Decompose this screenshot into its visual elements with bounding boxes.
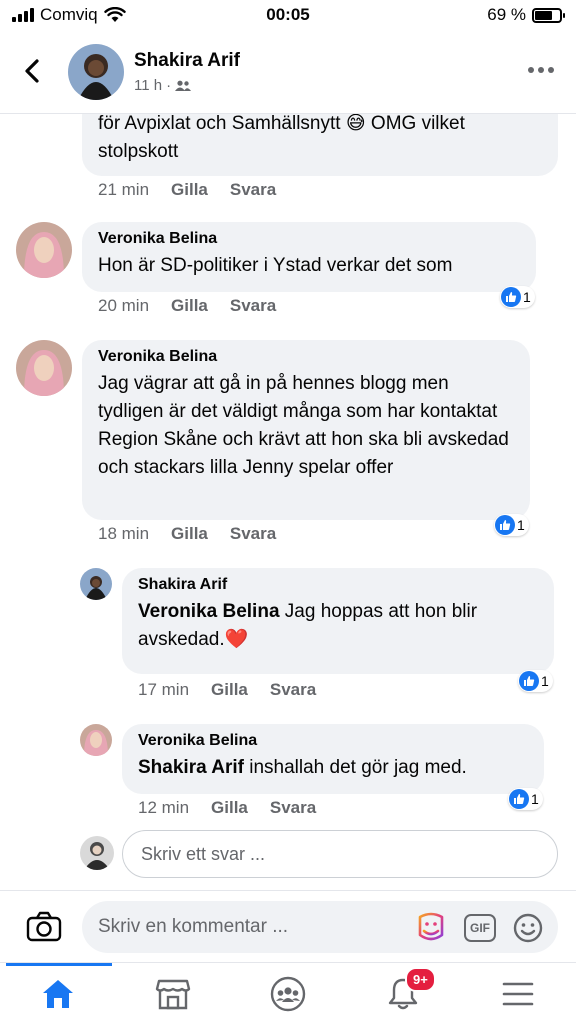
comment-actions: 20 min Gilla Svara (98, 296, 276, 316)
like-reaction-icon (501, 287, 521, 307)
reaction-number: 1 (517, 517, 525, 533)
comment-actions: 18 min Gilla Svara (98, 524, 276, 544)
notifications-badge: 9+ (405, 967, 436, 992)
comment-actions: 21 min Gilla Svara (98, 180, 276, 200)
comment-text: Jag vägrar att gå in på hennes blogg men… (98, 373, 509, 478)
mention-link[interactable]: Shakira Arif (138, 757, 244, 778)
reply-text: Veronika Belina Jag hoppas att hon blir … (138, 601, 478, 650)
mention-link[interactable]: Veronika Belina (138, 601, 280, 622)
like-button[interactable]: Gilla (171, 296, 208, 316)
friends-icon (175, 80, 192, 91)
emoji-icon[interactable] (512, 912, 544, 944)
comment-placeholder: Skriv en kommentar ... (98, 916, 289, 937)
reply-time[interactable]: 17 min (138, 680, 189, 700)
reply-bubble: Shakira Arif Veronika Belina Jag hoppas … (122, 568, 554, 674)
reply-text: Shakira Arif inshallah det gör jag med. (138, 757, 467, 778)
post-header: Shakira Arif 11 h · (0, 30, 576, 114)
reaction-number: 1 (531, 791, 539, 807)
heart-emoji: ❤️ (224, 629, 249, 650)
bottom-navigation: 9+ (0, 962, 576, 1024)
commenter-avatar[interactable] (16, 340, 72, 396)
reaction-count[interactable]: 1 (508, 788, 543, 810)
reply-author[interactable]: Veronika Belina (138, 732, 528, 750)
reply-placeholder: Skriv ett svar ... (141, 844, 266, 864)
reply-button[interactable]: Svara (270, 680, 316, 700)
like-button[interactable]: Gilla (171, 180, 208, 200)
battery-icon (532, 7, 565, 23)
reply-button[interactable]: Svara (230, 180, 276, 200)
menu-icon (502, 982, 533, 1006)
like-button[interactable]: Gilla (211, 680, 248, 700)
comment-time[interactable]: 18 min (98, 524, 149, 544)
like-reaction-icon (519, 671, 539, 691)
nav-groups[interactable] (230, 963, 345, 1024)
comment-thread: för Avpixlat och Samhällsnytt 😅 OMG vilk… (0, 114, 576, 890)
comment-composer: Skriv en kommentar ... GIF (0, 890, 576, 962)
like-reaction-icon (509, 789, 529, 809)
comment-author[interactable]: Veronika Belina (98, 348, 514, 366)
my-avatar (80, 836, 114, 870)
reply-actions: 12 min Gilla Svara (138, 798, 316, 818)
reaction-count[interactable]: 1 (518, 670, 553, 692)
comment-bubble: för Avpixlat och Samhällsnytt 😅 OMG vilk… (82, 114, 558, 176)
camera-icon[interactable] (26, 911, 62, 943)
meta-separator: · (166, 77, 172, 94)
reply-button[interactable]: Svara (230, 524, 276, 544)
battery-fill (535, 10, 552, 20)
emoji: 😅 (345, 114, 366, 134)
status-bar: Comviq 00:05 69 % (0, 0, 576, 30)
home-icon (42, 980, 73, 1008)
like-button[interactable]: Gilla (211, 798, 248, 818)
reply-button[interactable]: Svara (270, 798, 316, 818)
reply-input[interactable]: Skriv ett svar ... (122, 830, 558, 878)
comment-input[interactable]: Skriv en kommentar ... GIF (82, 901, 558, 953)
comment-bubble: Veronika Belina Jag vägrar att gå in på … (82, 340, 530, 520)
author-name[interactable]: Shakira Arif (134, 50, 240, 72)
reaction-count[interactable]: 1 (494, 514, 529, 536)
reply-author[interactable]: Shakira Arif (138, 576, 538, 594)
nav-home[interactable] (0, 963, 115, 1024)
battery-percent: 69 % (487, 5, 526, 24)
more-options-icon[interactable] (528, 60, 554, 80)
reply-bubble: Veronika Belina Shakira Arif inshallah d… (122, 724, 544, 794)
post-time[interactable]: 11 h (134, 77, 162, 94)
reaction-number: 1 (523, 289, 531, 305)
like-button[interactable]: Gilla (171, 524, 208, 544)
comment-text: för Avpixlat och Samhällsnytt 😅 OMG vilk… (98, 114, 465, 162)
composer-icons: GIF (414, 911, 544, 945)
replier-avatar[interactable] (80, 724, 112, 756)
avatar-sticker-icon[interactable] (414, 911, 448, 945)
gif-label: GIF (470, 921, 490, 935)
marketplace-icon (155, 979, 190, 1010)
commenter-avatar[interactable] (16, 222, 72, 278)
nav-menu[interactable] (460, 963, 575, 1024)
reaction-count[interactable]: 1 (500, 286, 535, 308)
groups-icon (270, 976, 305, 1012)
comment-author[interactable]: Veronika Belina (98, 230, 520, 248)
reply-button[interactable]: Svara (230, 296, 276, 316)
nav-notifications[interactable]: 9+ (345, 963, 460, 1024)
like-reaction-icon (495, 515, 515, 535)
back-chevron-icon[interactable] (18, 56, 48, 86)
comment-time[interactable]: 21 min (98, 180, 149, 200)
comment-bubble: Veronika Belina Hon är SD-politiker i Ys… (82, 222, 536, 292)
nav-marketplace[interactable] (115, 963, 230, 1024)
comment-text: Hon är SD-politiker i Ystad verkar det s… (98, 255, 453, 276)
post-meta: 11 h · (134, 77, 192, 94)
reply-time[interactable]: 12 min (138, 798, 189, 818)
reaction-number: 1 (541, 673, 549, 689)
comment-time[interactable]: 20 min (98, 296, 149, 316)
status-right: 69 % (487, 5, 565, 25)
author-avatar[interactable] (68, 44, 124, 100)
replier-avatar[interactable] (80, 568, 112, 600)
reply-actions: 17 min Gilla Svara (138, 680, 316, 700)
gif-button[interactable]: GIF (464, 914, 496, 942)
